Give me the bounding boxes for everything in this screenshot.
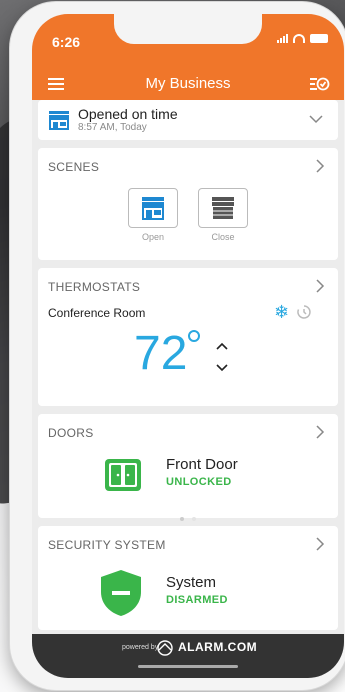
door-name: Front Door bbox=[166, 456, 238, 473]
battery-icon bbox=[310, 34, 328, 43]
security-system-name: System bbox=[166, 574, 217, 591]
store-closed-icon bbox=[212, 197, 234, 219]
shield-icon[interactable] bbox=[98, 568, 144, 618]
chevron-right-icon[interactable] bbox=[314, 536, 326, 552]
doors-card: DOORS Front Door UNLOCKED bbox=[38, 414, 338, 521]
alarm-logo-icon bbox=[157, 640, 173, 656]
chevron-right-icon[interactable] bbox=[314, 278, 326, 294]
temp-up-icon[interactable] bbox=[214, 340, 230, 352]
security-title: SECURITY SYSTEM bbox=[48, 538, 166, 552]
phone-frame: 6:26 My Business Opened on time 8:57 AM,… bbox=[10, 2, 345, 690]
scene-close-label: Close bbox=[211, 232, 235, 242]
brand-name: ALARM.COM bbox=[178, 640, 258, 654]
doors-title: DOORS bbox=[48, 426, 94, 440]
snowflake-icon[interactable]: ❄ bbox=[274, 302, 289, 323]
scene-close-button[interactable] bbox=[198, 188, 248, 228]
schedule-icon[interactable] bbox=[296, 304, 312, 320]
status-subtitle: 8:57 AM, Today bbox=[78, 122, 147, 133]
app-header: 6:26 My Business bbox=[32, 14, 344, 100]
powered-by-text: powered by bbox=[122, 644, 159, 651]
temperature-value: 72 bbox=[134, 327, 188, 380]
store-open-icon bbox=[142, 197, 164, 220]
footer: powered by ALARM.COM bbox=[32, 634, 344, 678]
security-status: DISARMED bbox=[166, 594, 228, 606]
wifi-icon bbox=[293, 34, 305, 43]
checklist-icon[interactable] bbox=[308, 74, 330, 94]
scenes-card: SCENES Open Close bbox=[38, 148, 338, 260]
app-screen: 6:26 My Business Opened on time 8:57 AM,… bbox=[32, 14, 344, 678]
thermostats-card: THERMOSTATS Conference Room ❄ 72 bbox=[38, 268, 338, 406]
thermostat-room-name: Conference Room bbox=[48, 306, 146, 320]
page-indicator bbox=[38, 508, 338, 526]
door-status: UNLOCKED bbox=[166, 476, 232, 488]
scene-open-button[interactable] bbox=[128, 188, 178, 228]
chevron-right-icon[interactable] bbox=[314, 424, 326, 440]
temp-down-icon[interactable] bbox=[214, 362, 230, 374]
page-title: My Business bbox=[145, 75, 231, 92]
status-card[interactable]: Opened on time 8:57 AM, Today bbox=[38, 100, 338, 140]
phone-notch bbox=[114, 14, 262, 44]
status-title: Opened on time bbox=[78, 106, 178, 122]
degree-icon bbox=[188, 330, 200, 342]
nav-bar: My Business bbox=[32, 70, 344, 100]
door-icon[interactable] bbox=[104, 458, 142, 492]
store-icon bbox=[49, 111, 69, 130]
chevron-down-icon[interactable] bbox=[308, 112, 324, 126]
thermostats-title: THERMOSTATS bbox=[48, 280, 141, 294]
chevron-right-icon[interactable] bbox=[314, 158, 326, 174]
status-icons bbox=[277, 34, 328, 43]
status-time: 6:26 bbox=[52, 34, 81, 50]
home-indicator[interactable] bbox=[138, 665, 238, 668]
signal-icon bbox=[277, 34, 288, 43]
scenes-title: SCENES bbox=[48, 160, 100, 174]
security-card: SECURITY SYSTEM System DISARMED bbox=[38, 526, 338, 630]
scene-open-label: Open bbox=[141, 232, 165, 242]
